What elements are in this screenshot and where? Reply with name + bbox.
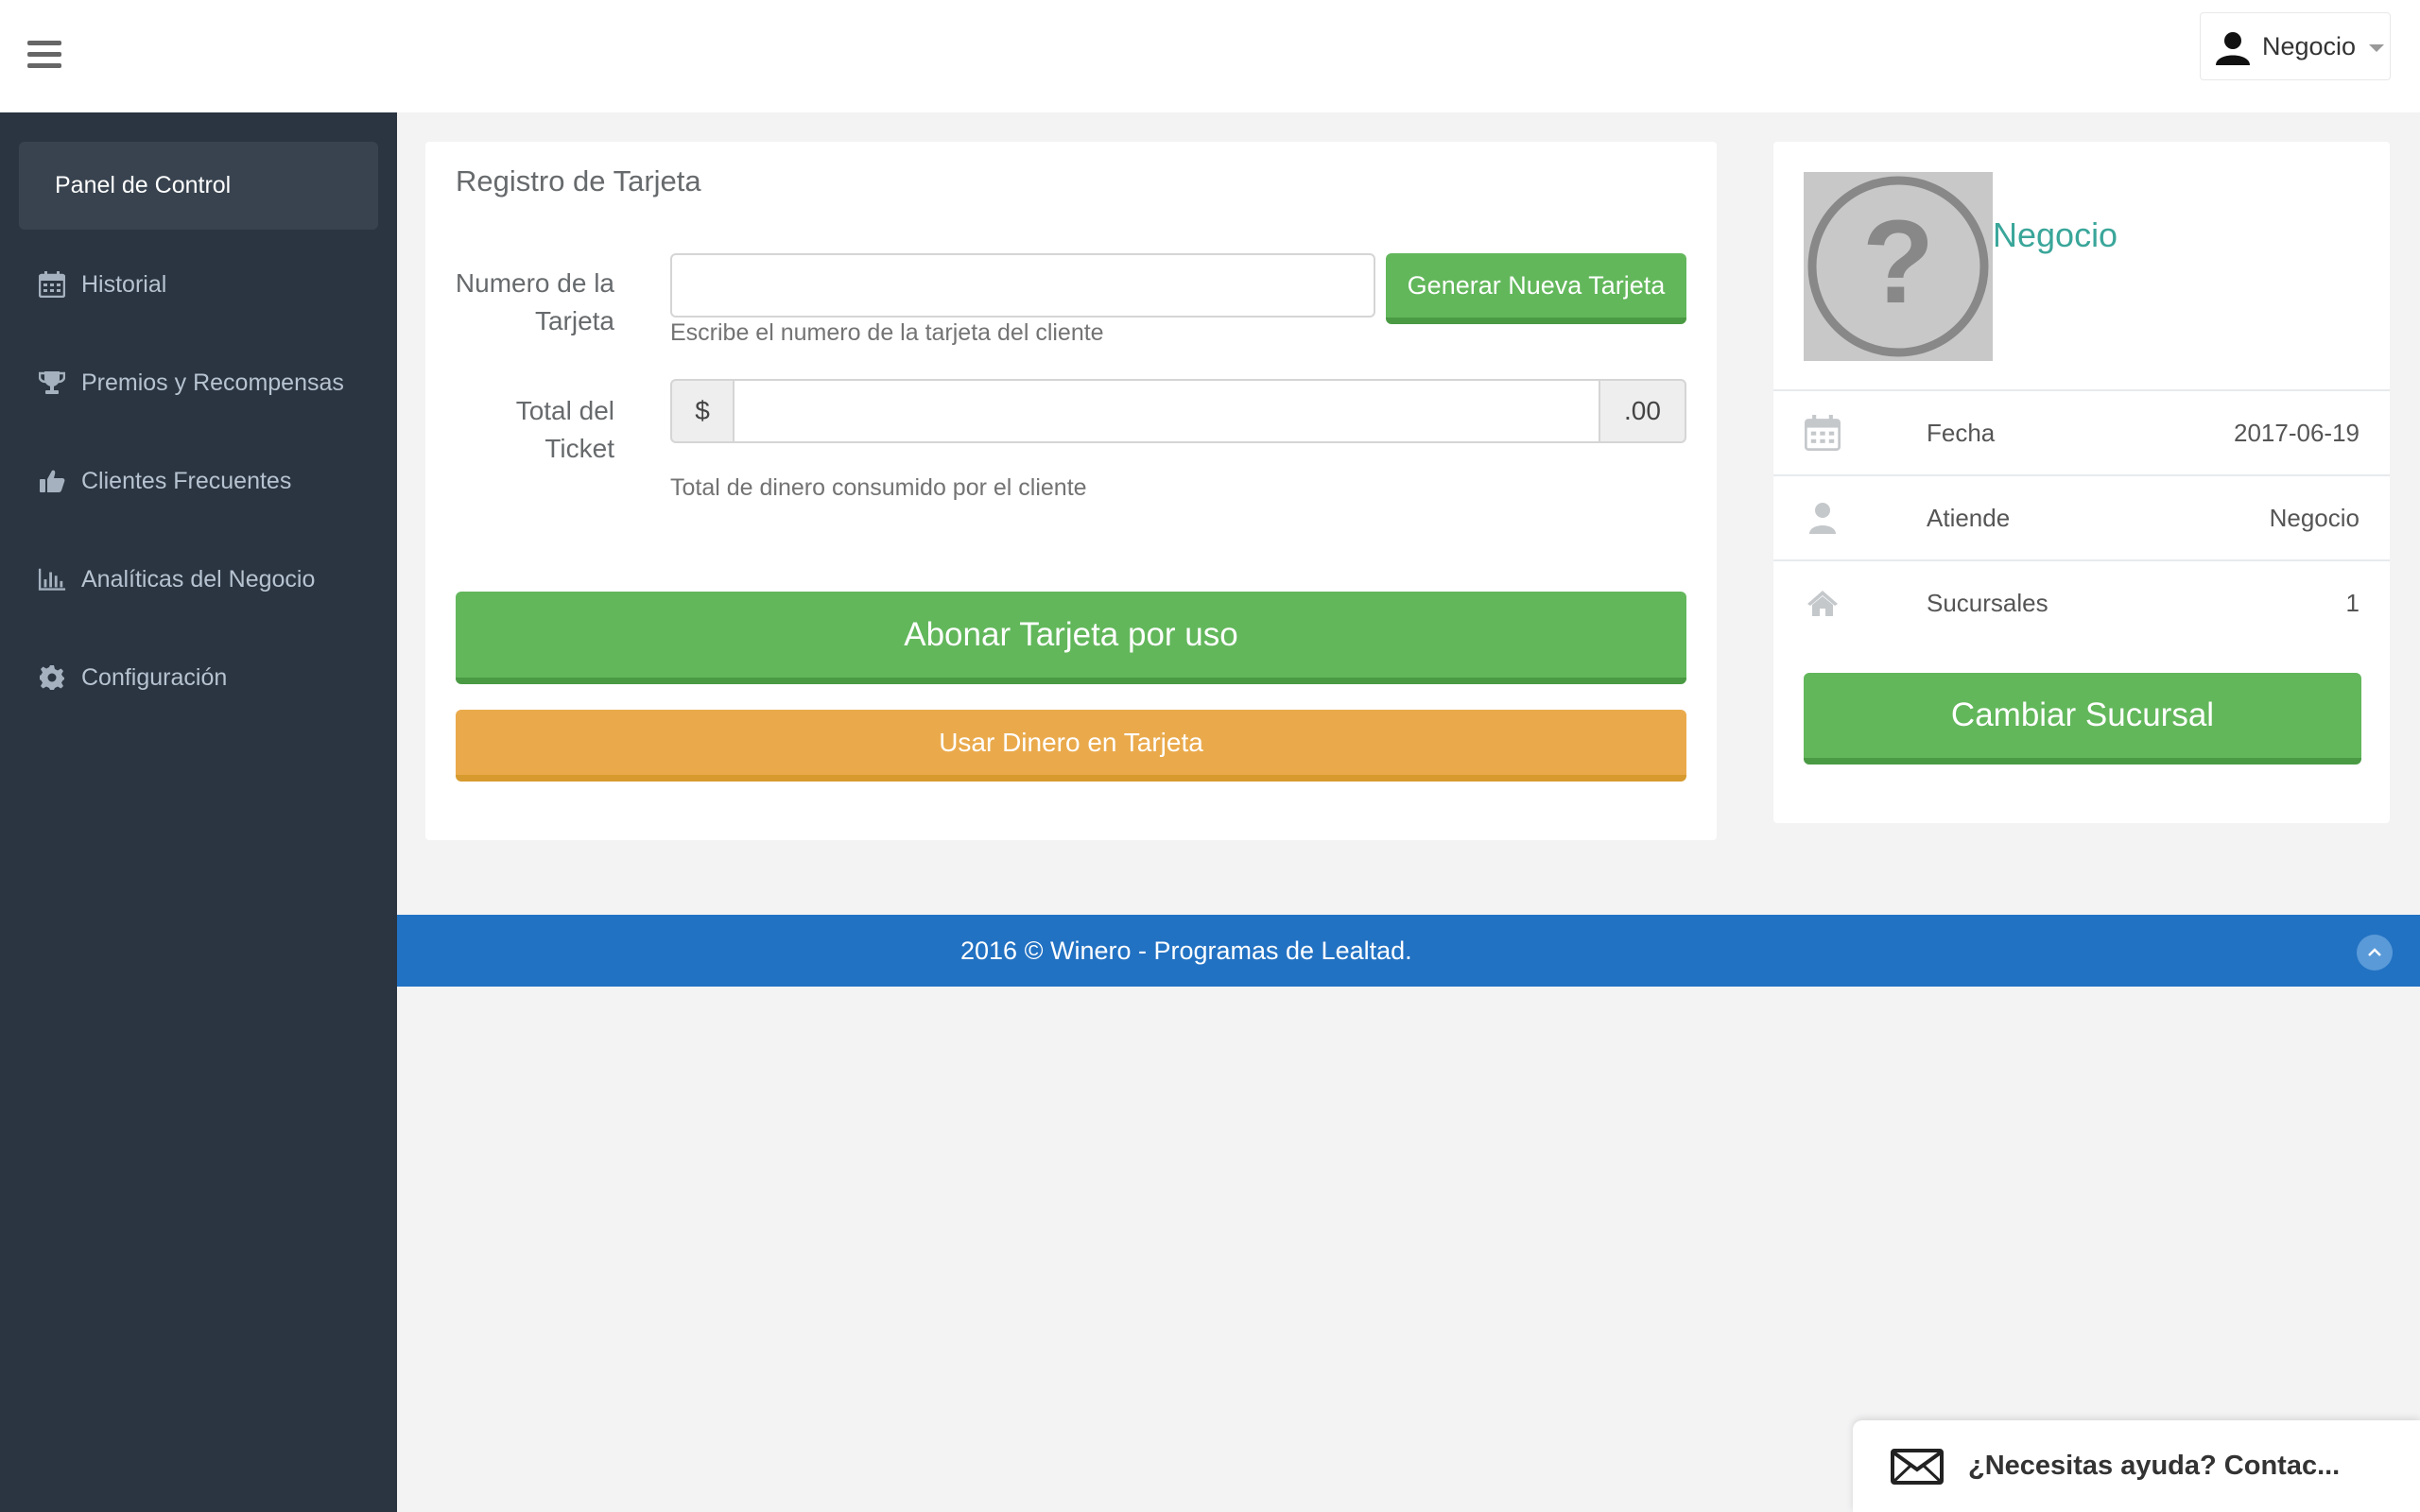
info-row-fecha: Fecha 2017-06-19 [1773,389,2390,474]
profile-name: Negocio [1993,215,2118,254]
sidebar-item-premios[interactable]: Premios y Recompensas [0,350,397,416]
info-label: Fecha [1927,418,1996,447]
help-contact-widget[interactable]: ¿Necesitas ayuda? Contac... [1853,1420,2420,1512]
user-icon [1804,502,1841,534]
info-row-atiende: Atiende Negocio [1773,474,2390,559]
business-profile-panel: ? Negocio Fecha 2017-06-19 Atiende Negoc… [1773,142,2390,823]
panel-title: Registro de Tarjeta [456,164,701,198]
sidebar-item-configuracion[interactable]: Configuración [0,644,397,711]
card-number-input[interactable] [670,253,1375,318]
sidebar-item-label: Historial [81,270,167,298]
use-card-money-button[interactable]: Usar Dinero en Tarjeta [456,710,1686,782]
thumbs-up-icon [38,467,66,495]
card-number-help: Escribe el numero de la tarjeta del clie… [670,319,1104,346]
footer-text: 2016 © Winero - Programas de Lealtad. [960,936,1412,965]
credit-card-button[interactable]: Abonar Tarjeta por uso [456,592,1686,684]
scroll-to-top-button[interactable] [2357,935,2393,971]
unknown-avatar-icon: ? [1804,172,1993,361]
gear-icon [38,663,66,692]
sidebar-item-label: Analíticas del Negocio [81,565,316,593]
user-menu-dropdown[interactable]: Negocio [2200,12,2391,80]
info-value: 1 [2345,588,2360,617]
calendar-icon [1804,415,1841,451]
home-icon [1804,589,1841,617]
envelope-icon [1891,1448,1944,1485]
ticket-total-input[interactable] [733,379,1600,443]
user-avatar-icon [2214,27,2252,65]
bar-chart-icon [38,565,66,593]
trophy-icon [38,369,66,397]
generate-card-button[interactable]: Generar Nueva Tarjeta [1386,253,1686,324]
help-widget-text: ¿Necesitas ayuda? Contac... [1968,1451,2341,1481]
menu-toggle-icon[interactable] [27,41,61,69]
sidebar-item-panel-de-control[interactable]: Panel de Control [19,142,378,230]
sidebar-item-clientes[interactable]: Clientes Frecuentes [0,448,397,514]
chevron-down-icon [2369,44,2385,52]
footer: 2016 © Winero - Programas de Lealtad. [397,915,2420,987]
currency-prefix: $ [670,379,735,443]
card-number-label: Numero de la Tarjeta [455,268,614,335]
ticket-total-help: Total de dinero consumido por el cliente [670,474,1087,501]
svg-text:?: ? [1862,197,1934,328]
calendar-icon [38,270,66,299]
sidebar-item-analiticas[interactable]: Analíticas del Negocio [0,546,397,612]
chevron-up-icon [2368,948,2381,956]
sidebar: Panel de Control Historial Premios y Rec… [0,112,397,1512]
sidebar-item-historial[interactable]: Historial [0,251,397,318]
info-row-sucursales: Sucursales 1 [1773,559,2390,644]
card-registration-panel: Registro de Tarjeta Numero de la Tarjeta… [425,142,1717,840]
sidebar-item-label: Configuración [81,663,228,691]
sidebar-item-label: Premios y Recompensas [81,369,344,396]
change-branch-button[interactable]: Cambiar Sucursal [1804,673,2361,765]
ticket-total-label: Total del Ticket [515,396,614,463]
user-name: Negocio [2262,31,2357,60]
info-label: Sucursales [1927,588,2048,617]
sidebar-item-label: Clientes Frecuentes [81,467,292,494]
decimal-suffix: .00 [1599,379,1686,443]
info-value: 2017-06-19 [2234,418,2360,447]
info-value: Negocio [2269,503,2360,532]
info-label: Atiende [1927,503,2011,532]
top-header: Negocio [0,0,2420,112]
